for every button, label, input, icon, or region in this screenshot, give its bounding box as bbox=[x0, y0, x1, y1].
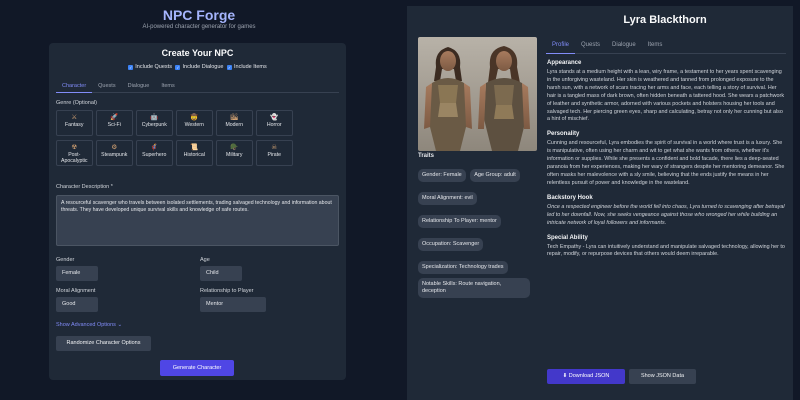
trait-badge: Age Group: adult bbox=[470, 169, 520, 182]
skull-icon: ☠ bbox=[271, 144, 278, 151]
genre-label: Historical bbox=[183, 152, 205, 158]
show-advanced-toggle[interactable]: Show Advanced Options ⌄ bbox=[56, 322, 122, 328]
rocket-icon: 🚀 bbox=[110, 114, 119, 121]
npc-result-panel: Lyra Blackthorn Profile Quests Dialogue … bbox=[407, 6, 793, 400]
genre-label: Fantasy bbox=[65, 122, 84, 128]
profile-content: Appearance Lyra stands at a medium heigh… bbox=[547, 60, 785, 259]
soldier-icon: 🪖 bbox=[230, 144, 239, 151]
sword-icon: ⚔ bbox=[71, 114, 78, 121]
relationship-select[interactable]: Mentor bbox=[200, 297, 266, 312]
genre-label: Genre (Optional) bbox=[56, 100, 97, 106]
genre-label: Steampunk bbox=[101, 152, 128, 158]
checkbox-checked-icon: ✓ bbox=[227, 64, 232, 70]
cowboy-hat-icon: 🤠 bbox=[190, 114, 199, 121]
app-title: NPC Forge bbox=[162, 7, 236, 23]
backstory-text: Once a respected engineer before the wor… bbox=[547, 203, 785, 226]
profile-tabs: Profile Quests Dialogue Items bbox=[546, 38, 786, 54]
alignment-label: Moral Alignment bbox=[56, 288, 96, 294]
age-select[interactable]: Child bbox=[200, 266, 242, 281]
tab-dialogue[interactable]: Dialogue bbox=[606, 38, 642, 54]
genre-superhero-button[interactable]: 🦸 Superhero bbox=[136, 140, 173, 166]
description-label: Character Description * bbox=[56, 184, 113, 190]
genre-cyberpunk-button[interactable]: 🤖 Cyberpunk bbox=[136, 110, 173, 136]
genre-military-button[interactable]: 🪖 Military bbox=[216, 140, 253, 166]
ghost-icon: 👻 bbox=[270, 114, 279, 121]
genre-pirate-button[interactable]: ☠ Pirate bbox=[256, 140, 293, 166]
create-npc-form: Create Your NPC ✓ Include Quests ✓ Include… bbox=[49, 43, 346, 380]
checkbox-checked-icon: ✓ bbox=[175, 64, 181, 70]
download-json-button[interactable]: ⬇ Download JSON bbox=[547, 369, 625, 384]
genre-horror-button[interactable]: 👻 Horror bbox=[256, 110, 293, 136]
ability-text: Tech Empathy - Lyra can intuitively unde… bbox=[547, 243, 785, 258]
genre-western-button[interactable]: 🤠 Western bbox=[176, 110, 213, 136]
show-json-button[interactable]: Show JSON Data bbox=[629, 369, 696, 384]
city-icon: 🏙 bbox=[230, 114, 239, 121]
checkbox-checked-icon: ✓ bbox=[128, 64, 134, 70]
tab-quests[interactable]: Quests bbox=[575, 38, 606, 54]
tab-items[interactable]: Items bbox=[155, 80, 180, 93]
tab-quests[interactable]: Quests bbox=[92, 80, 121, 93]
genre-sci-fi-button[interactable]: 🚀 Sci-Fi bbox=[96, 110, 133, 136]
traits-list: Gender: Female Age Group: adult Moral Al… bbox=[418, 163, 530, 302]
generator-panel: NPC Forge AI-powered character generator… bbox=[0, 0, 398, 400]
personality-heading: Personality bbox=[547, 131, 580, 138]
genre-fantasy-button[interactable]: ⚔ Fantasy bbox=[56, 110, 93, 136]
genre-label: Superhero bbox=[142, 152, 167, 158]
appearance-heading: Appearance bbox=[547, 60, 582, 66]
traits-title: Traits bbox=[418, 153, 435, 159]
character-portrait bbox=[418, 37, 537, 151]
scroll-icon: 📜 bbox=[190, 144, 199, 151]
genre-modern-button[interactable]: 🏙 Modern bbox=[216, 110, 253, 136]
genre-historical-button[interactable]: 📜 Historical bbox=[176, 140, 213, 166]
gear-icon: ⚙ bbox=[111, 144, 118, 151]
include-quests-checkbox[interactable]: ✓ Include Quests bbox=[128, 64, 172, 70]
form-tabs: Character Quests Dialogue Items bbox=[56, 80, 339, 93]
trait-badge: Notable Skills: Route navigation, decept… bbox=[418, 278, 530, 298]
hero-icon: 🦸 bbox=[150, 144, 159, 151]
npc-name: Lyra Blackthorn bbox=[623, 14, 707, 26]
alignment-select[interactable]: Good bbox=[56, 297, 98, 312]
trait-badge: Moral Alignment: evil bbox=[418, 192, 477, 205]
include-dialogue-checkbox[interactable]: ✓ Include Dialogue bbox=[175, 64, 223, 70]
tab-character[interactable]: Character bbox=[56, 80, 93, 93]
genre-label: Modern bbox=[225, 122, 244, 128]
robot-icon: 🤖 bbox=[150, 114, 159, 121]
relationship-label: Relationship to Player bbox=[200, 288, 254, 294]
appearance-text: Lyra stands at a medium height with a le… bbox=[547, 69, 785, 123]
gender-label: Gender bbox=[56, 257, 75, 263]
backstory-heading: Backstory Hook bbox=[547, 194, 593, 201]
trait-badge: Gender: Female bbox=[418, 169, 466, 182]
genre-label: Military bbox=[226, 152, 243, 158]
description-textarea[interactable]: A resourceful scavenger who travels betw… bbox=[56, 195, 339, 246]
ability-heading: Special Ability bbox=[547, 234, 588, 241]
include-options: ✓ Include Quests ✓ Include Dialogue ✓ Inclu… bbox=[49, 64, 346, 71]
tab-items[interactable]: Items bbox=[642, 38, 669, 54]
trait-badge: Relationship To Player: mentor bbox=[418, 215, 501, 228]
tab-profile[interactable]: Profile bbox=[546, 38, 576, 54]
app-subtitle: AI-powered character generator for games bbox=[142, 24, 256, 30]
genre-label: Sci-Fi bbox=[107, 122, 121, 128]
trait-badge: Occupation: Scavenger bbox=[418, 238, 484, 251]
genre-label: Western bbox=[184, 122, 204, 128]
randomize-button[interactable]: Randomize Character Options bbox=[56, 336, 151, 351]
genre-grid: ⚔ Fantasy 🚀 Sci-Fi 🤖 Cyberpunk 🤠 Western 🏙 Modern… bbox=[56, 110, 338, 166]
personality-text: Cunning and resourceful, Lyra embodies t… bbox=[547, 140, 785, 186]
gender-select[interactable]: Female bbox=[56, 266, 98, 281]
genre-label: Horror bbox=[266, 122, 282, 128]
genre-label: Post-Apocalyptic bbox=[60, 152, 88, 164]
genre-label: Pirate bbox=[267, 152, 282, 158]
generate-character-button[interactable]: Generate Character bbox=[160, 360, 234, 376]
tab-dialogue[interactable]: Dialogue bbox=[122, 80, 156, 93]
genre-label: Cyberpunk bbox=[141, 122, 167, 128]
trait-badge: Specialization: Technology trades bbox=[418, 261, 508, 274]
form-title: Create Your NPC bbox=[161, 48, 234, 58]
age-label: Age bbox=[200, 257, 210, 263]
genre-steampunk-button[interactable]: ⚙ Steampunk bbox=[96, 140, 133, 166]
radiation-icon: ☢ bbox=[71, 144, 78, 151]
include-items-checkbox[interactable]: ✓ Include Items bbox=[227, 64, 267, 70]
genre-post-apocalyptic-button[interactable]: ☢ Post-Apocalyptic bbox=[56, 140, 93, 166]
